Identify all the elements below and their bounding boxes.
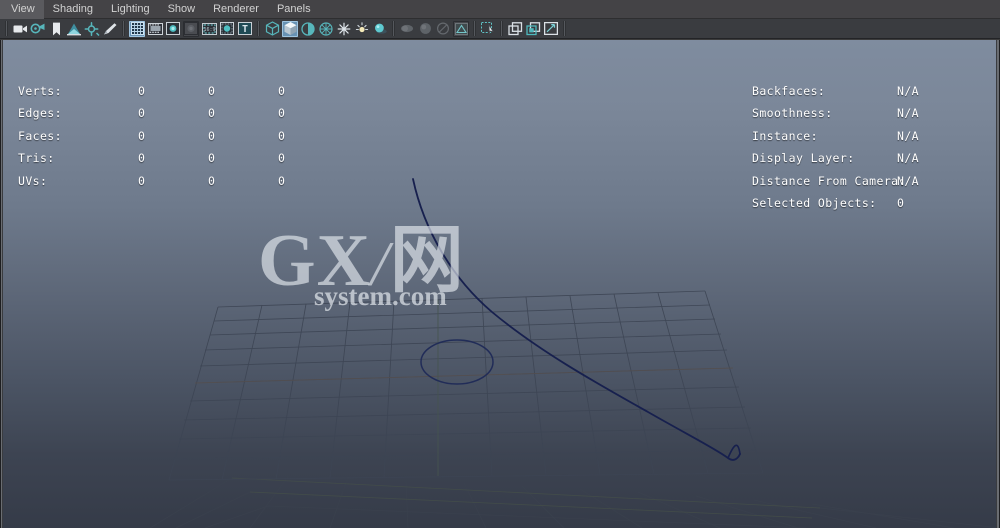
resolution-gate-icon[interactable] (165, 21, 181, 37)
hud-label-edges: Edges: (18, 106, 62, 121)
hud-value-uvs-0: 0 (138, 173, 146, 188)
isolate-select-icon[interactable] (507, 21, 523, 37)
toolbar-separator (500, 21, 503, 36)
safe-action-icon[interactable] (219, 21, 235, 37)
viewport-toolbar: 16:9 T (0, 19, 1000, 39)
grease-pencil-icon[interactable] (102, 21, 118, 37)
camera-attributes-icon[interactable] (30, 21, 46, 37)
svg-text:T: T (242, 24, 248, 35)
menu-shading[interactable]: Shading (44, 0, 102, 19)
toolbar-separator (122, 21, 125, 36)
hud-label-distance-from-camera: Distance From Camera: (752, 173, 906, 188)
anti-alias-icon[interactable] (435, 21, 451, 37)
film-gate-icon[interactable] (147, 21, 163, 37)
hud-label-faces: Faces: (18, 128, 62, 143)
exclusive-lights-icon[interactable] (525, 21, 541, 37)
hud-value-tris-1: 0 (208, 151, 216, 166)
maya-viewport-window: View Shading Lighting Show Renderer Pane… (0, 0, 1000, 528)
menubar: View Shading Lighting Show Renderer Pane… (0, 0, 1000, 19)
menu-view[interactable]: View (0, 0, 44, 19)
svg-text:16:9: 16:9 (203, 27, 215, 33)
shaded-wireframe-icon[interactable] (300, 21, 316, 37)
menu-panels[interactable]: Panels (268, 0, 320, 19)
hud-value-display-layer: N/A (897, 151, 919, 166)
text-overlay-icon[interactable]: T (237, 21, 253, 37)
image-plane-icon[interactable] (66, 21, 82, 37)
hud-value-faces-0: 0 (138, 128, 146, 143)
hardware-texturing-icon[interactable] (336, 21, 352, 37)
toolbar-separator (392, 21, 395, 36)
gate-mask-icon[interactable] (183, 20, 199, 37)
hud-value-edges-1: 0 (208, 106, 216, 121)
motion-blur-icon[interactable] (399, 21, 415, 37)
hud-label-selected-objects: Selected Objects: (752, 195, 877, 210)
hud-value-uvs-2: 0 (278, 173, 286, 188)
hud-value-tris-0: 0 (138, 151, 146, 166)
film-origin-icon[interactable]: 16:9 (201, 21, 217, 37)
menu-lighting[interactable]: Lighting (102, 0, 159, 19)
hud-value-edges-0: 0 (138, 106, 146, 121)
hud-value-backfaces: N/A (897, 84, 919, 98)
xray-joints-icon[interactable] (480, 21, 496, 37)
ground-grid (168, 290, 764, 481)
scene-graphics (149, 178, 1000, 528)
two-d-pan-zoom-icon[interactable] (84, 21, 100, 37)
hud-label-uvs: UVs: (18, 173, 48, 188)
menu-renderer[interactable]: Renderer (204, 0, 268, 19)
hud-value-verts-0: 0 (138, 84, 146, 98)
camera-icon[interactable] (12, 21, 28, 37)
toolbar-separator (257, 21, 260, 36)
shadows-icon[interactable] (372, 21, 388, 37)
hud-label-verts: Verts: (18, 84, 62, 98)
hud-value-selected-objects: 0 (897, 195, 905, 210)
hud-label-backfaces: Backfaces: (752, 84, 826, 98)
viewport-border-left (0, 40, 3, 528)
bookmark-icon[interactable] (48, 21, 64, 37)
smooth-shade-all-icon[interactable] (282, 20, 298, 37)
hud-value-distance-from-camera: N/A (897, 173, 919, 188)
xray-mode-icon[interactable] (453, 20, 469, 37)
hud-value-smoothness: N/A (897, 106, 919, 121)
hud-value-verts-1: 0 (208, 84, 216, 98)
hud-label-instance: Instance: (752, 128, 818, 143)
grid-toggle-icon[interactable] (129, 20, 145, 37)
toggle-panel-icon[interactable] (543, 21, 559, 37)
ambient-occlusion-icon[interactable] (417, 21, 433, 37)
hud-label-display-layer: Display Layer: (752, 151, 855, 166)
hud-value-uvs-1: 0 (208, 173, 216, 188)
hud-value-faces-2: 0 (278, 128, 286, 143)
menu-show[interactable]: Show (159, 0, 205, 19)
hud-value-tris-2: 0 (278, 151, 286, 166)
textured-shading-icon[interactable] (318, 21, 334, 37)
use-all-lights-icon[interactable] (354, 21, 370, 37)
far-ground-grid (149, 473, 1000, 528)
hud-label-smoothness: Smoothness: (752, 106, 833, 121)
hud-value-instance: N/A (897, 128, 919, 143)
grid-axis-lines (194, 300, 734, 476)
hud-label-tris: Tris: (18, 151, 55, 166)
toolbar-separator (473, 21, 476, 36)
wireframe-shading-icon[interactable] (264, 21, 280, 37)
toolbar-separator (5, 21, 8, 36)
viewport-3d[interactable]: GX/网 system.com Verts: 0 0 0 Edges: 0 0 … (0, 40, 1000, 528)
far-ground-axis (231, 477, 821, 519)
viewport-border-right (996, 40, 1000, 528)
nurbs-circle (420, 339, 494, 385)
toolbar-separator (563, 21, 566, 36)
hud-value-faces-1: 0 (208, 128, 216, 143)
hud-value-verts-2: 0 (278, 84, 286, 98)
hud-value-edges-2: 0 (278, 106, 286, 121)
